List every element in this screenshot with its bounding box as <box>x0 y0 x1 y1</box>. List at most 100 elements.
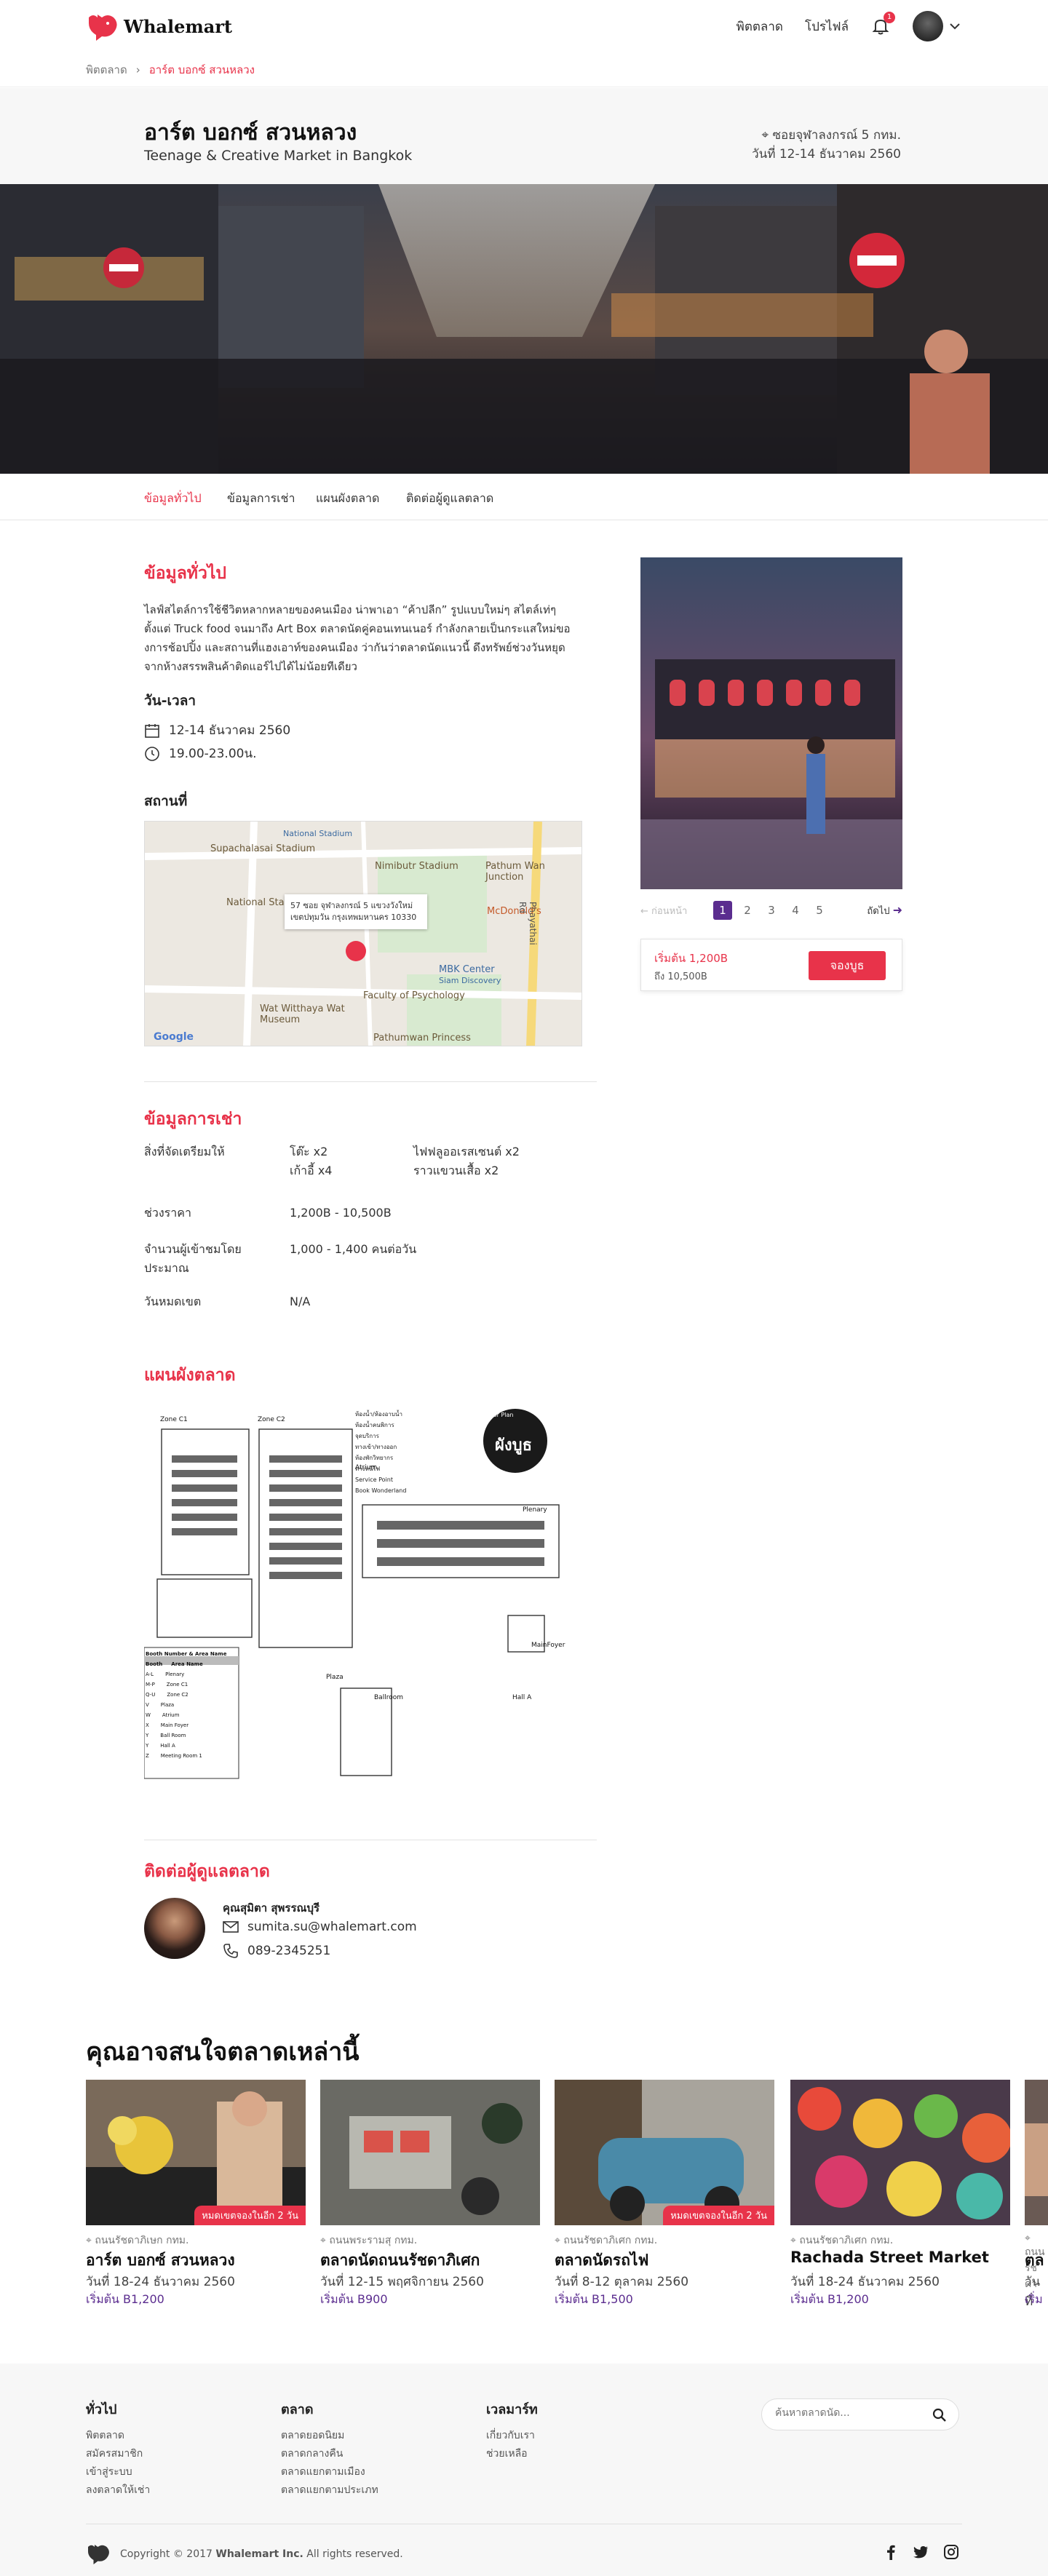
footer-col-market: ตลาด ตลาดยอดนิยม ตลาดกลางคืน ตลาดแยกตามเ… <box>281 2398 378 2500</box>
card-price: เริ่มต้น B1,500 <box>555 2292 633 2306</box>
market-card[interactable]: ⌖ ถนนรัชดาภิเศก กทม. Rachada Street Mark… <box>790 2080 1010 2310</box>
footer-col-whalemart: เวลมาร์ท เกี่ยวกับเรา ช่วยเหลือ <box>486 2398 538 2463</box>
pager-prev-label: ก่อนหน้า <box>651 906 688 917</box>
tab-floorplan[interactable]: แผนผังตลาด <box>316 490 379 508</box>
instagram-icon[interactable] <box>943 2544 959 2563</box>
search-icon[interactable] <box>932 2408 947 2422</box>
contact-email-row[interactable]: sumita.su@whalemart.com <box>223 1920 417 1934</box>
card-price: เริ่มต้น B1,200 <box>86 2292 164 2306</box>
contact-phone: 089-2345251 <box>247 1944 331 1958</box>
chevron-down-icon <box>950 23 960 30</box>
brand-logo[interactable]: Whalemart <box>86 10 232 42</box>
pager-page[interactable]: 2 <box>738 901 757 920</box>
nav-profile[interactable]: โปรไฟล์ <box>805 17 849 36</box>
page-subtitle: Teenage & Creative Market in Bangkok <box>144 148 413 164</box>
floorplan-legend: ห้องน้ำ/ห้องอาบน้ำ ห้องน้ำคนพิการ จุดบริ… <box>355 1409 406 1496</box>
tab-general[interactable]: ข้อมูลทั่วไป <box>144 490 202 508</box>
footer-heading: ทั่วไป <box>86 2402 117 2417</box>
market-card[interactable]: หมดเขตจองในอีก 2 วัน ⌖ ถนนรัชดาภิเษก กทม… <box>86 2080 306 2310</box>
facebook-icon[interactable] <box>884 2544 898 2563</box>
zone-mainfoyer: MainFoyer <box>531 1642 565 1649</box>
search-input[interactable] <box>775 2407 921 2419</box>
pager-prev[interactable]: ← ก่อนหน้า <box>640 903 687 918</box>
provided-label: สิ่งที่จัดเตรียมให้ <box>144 1145 225 1158</box>
user-menu[interactable] <box>913 11 961 41</box>
copyright-brand: Whalemart Inc. <box>215 2548 303 2560</box>
booth-cell: W <box>146 1712 151 1718</box>
footer-link[interactable]: ตลาดแยกตามประเภท <box>281 2481 378 2500</box>
booth-cell: Y <box>146 1733 149 1738</box>
footer-link[interactable]: ตลาดยอดนิยม <box>281 2427 378 2445</box>
copyright: Copyright © 2017 Whalemart Inc. All righ… <box>120 2548 403 2560</box>
booth-cell: X <box>146 1722 149 1728</box>
site-footer: ทั่วไป พิตตลาด สมัครสมาชิก เข้าสู่ระบบ ล… <box>0 2364 1048 2576</box>
market-card[interactable]: ⌖ ถนนพระรามสุ กทม. ตลาดนัดถนนรัชดาภิเศก … <box>320 2080 540 2310</box>
booth-cell: Main Foyer <box>160 1722 189 1728</box>
market-card-image <box>1025 2080 1048 2225</box>
location-pin-icon: ⌖ <box>86 2235 92 2246</box>
date-text: 12-14 ธันวาคม 2560 <box>169 723 291 738</box>
date-row: 12-14 ธันวาคม 2560 <box>144 720 290 740</box>
contact-name: คุณสุมิตา สุพรรณบุรี <box>223 1901 320 1915</box>
footer-link[interactable]: พิตตลาด <box>86 2427 150 2445</box>
pager-page[interactable]: 1 <box>713 901 732 920</box>
floorplan-badge-main: ผังบูธ <box>495 1436 533 1455</box>
footer-search <box>761 2398 959 2430</box>
rental-heading: ข้อมูลการเช่า <box>144 1110 242 1129</box>
breadcrumb-home[interactable]: พิตตลาด <box>86 61 127 79</box>
section-tabs: ข้อมูลทั่วไป ข้อมูลการเช่า แผนผังตลาด ติ… <box>0 474 1048 520</box>
breadcrumb-current: อาร์ต บอกซ์ สวนหลวง <box>148 63 255 76</box>
market-card[interactable]: ⌖ ถนนรัชดา ตล วันที่ เริ่มต <box>1025 2080 1048 2310</box>
legend-item: จุดบริการ <box>355 1433 379 1439</box>
tab-contact[interactable]: ติดต่อผู้ดูแลตลาด <box>406 490 493 508</box>
pager-next[interactable]: ถัดไป ➜ <box>867 903 902 918</box>
card-title: ตล <box>1025 2251 1044 2269</box>
calendar-icon <box>145 723 159 738</box>
card-location: ⌖ ถนนพระรามสุ กทม. <box>320 2233 417 2249</box>
pager-page[interactable]: 3 <box>762 901 781 920</box>
pager-page[interactable]: 5 <box>810 901 829 920</box>
location-map[interactable]: National Stadium Supachalasai Stadium Ni… <box>144 821 582 1046</box>
visitors-label: จำนวนผู้เข้าชมโดยประมาณ <box>144 1242 242 1275</box>
deadline-tag: หมดเขตจองในอีก 2 วัน <box>663 2206 774 2225</box>
legend-item: ห้องน้ำ/ห้องอาบน้ำ <box>355 1411 402 1418</box>
booth-cell: Zone C2 <box>167 1692 188 1698</box>
market-card-image <box>790 2080 1010 2225</box>
contact-phone-row[interactable]: 089-2345251 <box>223 1943 330 1959</box>
map-label-psychology: Faculty of Psychology <box>363 990 465 1001</box>
booth-cell: Y <box>146 1743 149 1749</box>
card-title: ตลาดนัดรถไฟ <box>555 2251 649 2269</box>
card-location: ⌖ ถนนรัชดาภิเษก กทม. <box>86 2233 189 2249</box>
footer-link[interactable]: เกี่ยวกับเรา <box>486 2427 538 2445</box>
footer-link[interactable]: เข้าสู่ระบบ <box>86 2463 150 2481</box>
card-date: วันที่ 8-12 ตุลาคม 2560 <box>555 2275 689 2289</box>
legend-item: ห้องพักวิทยากร <box>355 1455 394 1461</box>
market-card[interactable]: หมดเขตจองในอีก 2 วัน ⌖ ถนนรัชดาภิเศก กทม… <box>555 2080 774 2310</box>
pager-page[interactable]: 4 <box>786 901 805 920</box>
whale-logo-icon <box>89 15 117 41</box>
phone-icon <box>223 1944 238 1958</box>
price-value: 1,200B - 10,500B <box>290 1206 392 1220</box>
market-title-bar: อาร์ต บอกซ์ สวนหลวง Teenage & Creative M… <box>0 88 1048 184</box>
book-booth-button[interactable]: จองบูธ <box>809 951 886 980</box>
footer-link[interactable]: ตลาดแยกตามเมือง <box>281 2463 378 2481</box>
footer-col-general: ทั่วไป พิตตลาด สมัครสมาชิก เข้าสู่ระบบ ล… <box>86 2398 150 2500</box>
market-card-image <box>320 2080 540 2225</box>
map-label-junction: Pathum Wan Junction <box>485 861 545 883</box>
tab-rental[interactable]: ข้อมูลการเช่า <box>227 490 295 508</box>
card-title: Rachada Street Market <box>790 2249 989 2266</box>
twitter-icon[interactable] <box>913 2544 929 2563</box>
whale-logo-icon <box>88 2545 109 2564</box>
footer-link[interactable]: ลงตลาดให้เช่า <box>86 2481 150 2500</box>
location-text: ซอยจุฬาลงกรณ์ 5 กทม. <box>772 128 901 143</box>
footer-link[interactable]: ตลาดกลางคืน <box>281 2445 378 2463</box>
brand-name: Whalemart <box>124 15 233 37</box>
map-label-phayathai: Phayathai Rd <box>517 902 538 945</box>
notifications-button[interactable]: 1 <box>870 12 895 36</box>
floor-plan-image[interactable]: Zone C1 Zone C2 Atrium Plenary MainFoyer… <box>143 1397 575 1796</box>
provided-item: ราวแขวนเสื้อ x2 <box>413 1164 499 1177</box>
price-to: ถึง 10,500B <box>654 971 707 982</box>
footer-link[interactable]: ช่วยเหลือ <box>486 2445 538 2463</box>
nav-explore[interactable]: พิตตลาด <box>737 17 783 36</box>
footer-link[interactable]: สมัครสมาชิก <box>86 2445 150 2463</box>
